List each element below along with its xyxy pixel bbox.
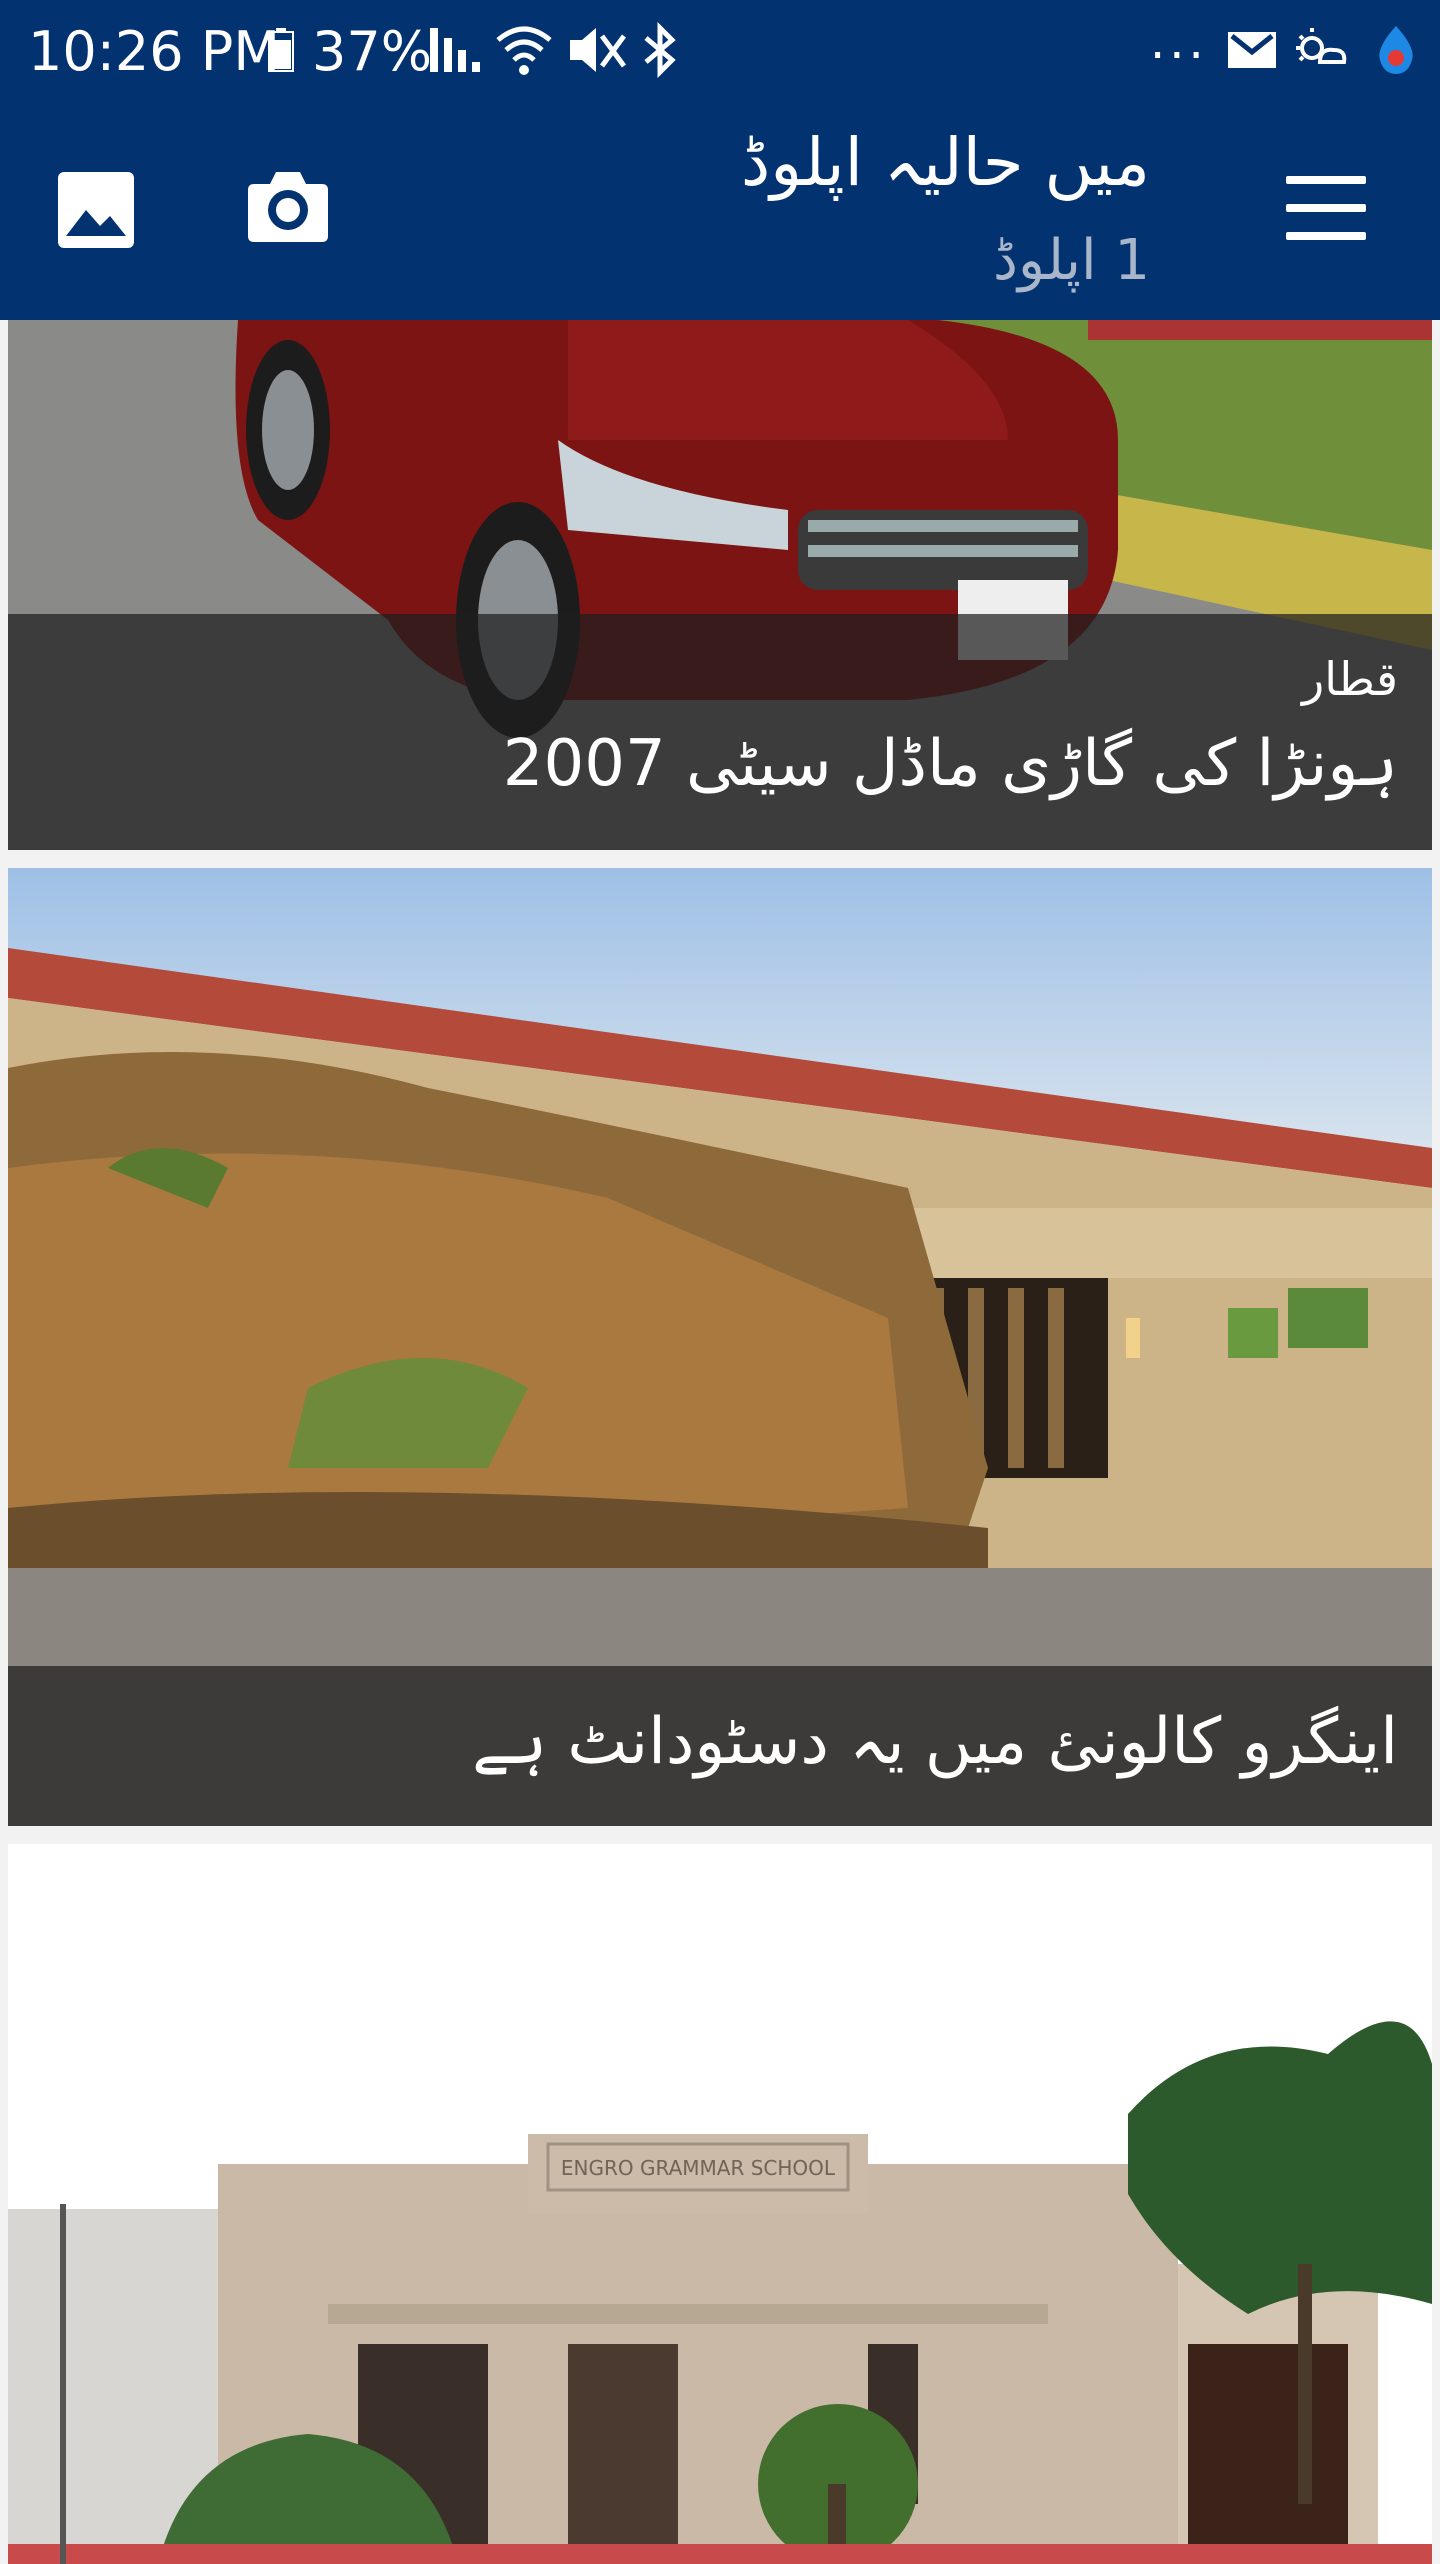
page-title: میں حالیہ اپلوڈ	[740, 124, 1150, 201]
mail-icon	[1228, 32, 1276, 68]
upload-card[interactable]: اینگرو کالونئ میں یہ دسٹودانٹ ہے	[8, 868, 1432, 1826]
battery-percent: 37%	[312, 20, 433, 83]
school-photo: ENGRO GRAMMAR SCHOOL	[8, 1844, 1432, 2564]
card-caption: اینگرو کالونئ میں یہ دسٹودانٹ ہے	[8, 1666, 1432, 1826]
menu-line	[1286, 176, 1366, 184]
school-sign-text: ENGRO GRAMMAR SCHOOL	[561, 2156, 836, 2180]
status-time: 10:26 PM	[28, 20, 280, 83]
wifi-icon	[496, 26, 552, 75]
card-caption: قطار ہونڑا کی گاڑی ماڈل سیٹی 2007	[8, 614, 1432, 850]
upload-count: 1 اپلوڈ	[993, 228, 1150, 293]
weather-icon	[1296, 28, 1347, 64]
camera-icon[interactable]	[246, 164, 330, 248]
gallery-icon[interactable]	[56, 170, 136, 250]
bluetooth-icon	[644, 22, 676, 78]
status-bar: 10:26 PM 37% ...	[0, 0, 1440, 100]
card-caption-text: اینگرو کالونئ میں یہ دسٹودانٹ ہے	[472, 1705, 1398, 1779]
app-bar: میں حالیہ اپلوڈ 1 اپلوڈ	[0, 100, 1440, 320]
upload-card[interactable]: قطار ہونڑا کی گاڑی ماڈل سیٹی 2007	[8, 320, 1432, 850]
signal-icon	[430, 28, 480, 72]
card-location: قطار	[1302, 652, 1398, 706]
battery-icon	[268, 28, 294, 72]
card-caption-text: ہونڑا کی گاڑی ماڈل سیٹی 2007	[502, 727, 1398, 801]
menu-icon[interactable]	[1286, 176, 1366, 240]
menu-line	[1286, 232, 1366, 240]
app-notification-icon	[1379, 26, 1413, 74]
menu-line	[1286, 204, 1366, 212]
upload-card[interactable]: ENGRO GRAMMAR SCHOOL	[8, 1844, 1432, 2564]
vibrate-mute-icon	[570, 28, 626, 72]
more-notifications: ...	[1150, 14, 1208, 70]
